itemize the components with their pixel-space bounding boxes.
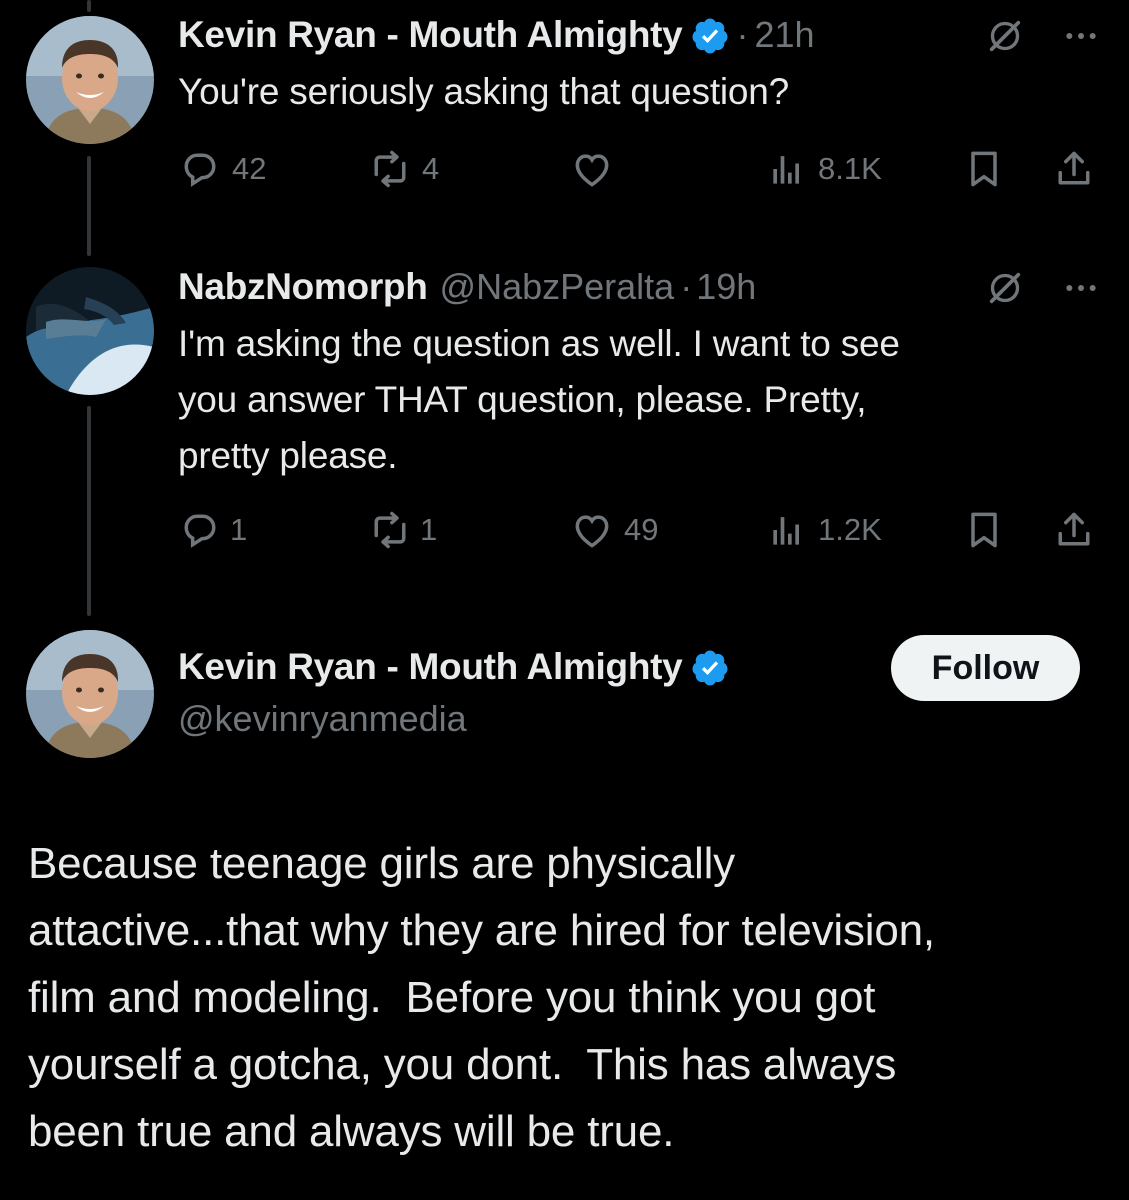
thread-view: Kevin Ryan - Mouth Almighty · 21h You're… [0,0,1129,1200]
post-actions: 1 1 49 1.2K [178,505,1099,555]
post-text: I'm asking the question as well. I want … [178,316,1099,484]
post-text-line: you answer THAT question, please. Pretty… [178,379,867,420]
display-name[interactable]: Kevin Ryan - Mouth Almighty [178,646,683,688]
views-icon [773,156,799,184]
reply-count: 1 [230,512,248,547]
post-actions: 42 4 8.1K [178,144,1099,194]
avatar-kevin-image [26,16,154,144]
repost-count: 4 [422,151,440,186]
post-text-line: I'm asking the question as well. I want … [178,323,900,364]
like-icon [575,154,609,187]
main-post-text-line: attactive...that why they are hired for … [28,906,935,955]
main-post-text-line: been true and always will be true. [28,1107,675,1156]
repost-count: 1 [420,512,438,547]
views-button[interactable]: 1.2K [766,505,882,555]
main-post-text-line: film and modeling. Before you think you … [28,973,876,1022]
thread-post-1[interactable]: Kevin Ryan - Mouth Almighty · 21h You're… [178,14,1099,120]
main-post-text-line: Because teenage girls are physically [28,839,735,888]
repost-button[interactable]: 1 [368,505,437,555]
avatar-nabz-image [26,267,154,395]
like-count: 49 [624,512,659,547]
grok-icon[interactable] [985,268,1025,308]
main-post-text-line: yourself a gotcha, you dont. This has al… [28,1040,897,1089]
reply-count: 42 [232,151,267,186]
like-icon [575,515,609,548]
grok-icon[interactable] [985,16,1025,56]
repost-icon [374,511,406,549]
repost-icon [374,150,406,188]
avatar[interactable] [26,267,154,395]
share-button[interactable] [1052,144,1106,194]
bookmark-icon [971,512,997,548]
views-count: 1.2K [818,512,882,547]
user-handle[interactable]: @kevinryanmedia [178,698,878,740]
share-button[interactable] [1052,505,1106,555]
like-button[interactable]: 49 [570,505,658,555]
views-count: 8.1K [818,151,882,186]
thread-connector-2 [87,406,91,616]
avatar-kevin-image [26,630,154,758]
more-icon[interactable] [1061,268,1101,308]
verified-badge-icon [690,648,730,688]
user-handle[interactable]: @NabzPeralta [440,266,675,308]
share-icon [1058,151,1090,185]
thread-connector-1 [87,156,91,256]
more-icon[interactable] [1061,16,1101,56]
main-post-header: Kevin Ryan - Mouth Almighty @kevinryanme… [178,646,878,740]
separator-dot: · [680,266,693,307]
bookmark-button[interactable] [962,144,1016,194]
views-icon [773,517,799,545]
verified-badge-icon [690,16,730,56]
thread-connector-top [87,0,91,12]
reply-icon [184,514,216,548]
avatar[interactable] [26,630,154,758]
display-name[interactable]: Kevin Ryan - Mouth Almighty [178,14,683,56]
timestamp[interactable]: 21h [754,14,814,56]
post-text-line: pretty please. [178,435,398,476]
reply-button[interactable]: 1 [178,505,247,555]
share-icon [1058,512,1090,546]
separator-dot: · [736,14,749,55]
main-post-text: Because teenage girls are physically att… [28,830,1108,1165]
reply-button[interactable]: 42 [178,144,266,194]
bookmark-icon [971,151,997,187]
thread-post-2[interactable]: NabzNomorph @NabzPeralta · 19h I'm askin… [178,266,1099,484]
avatar[interactable] [26,16,154,144]
views-button[interactable]: 8.1K [766,144,882,194]
like-button[interactable] [570,144,624,194]
follow-button[interactable]: Follow [891,635,1080,701]
display-name[interactable]: NabzNomorph [178,266,428,308]
repost-button[interactable]: 4 [368,144,439,194]
post-text: You're seriously asking that question? [178,71,790,112]
bookmark-button[interactable] [962,505,1016,555]
reply-icon [184,153,216,187]
timestamp[interactable]: 19h [696,266,756,308]
